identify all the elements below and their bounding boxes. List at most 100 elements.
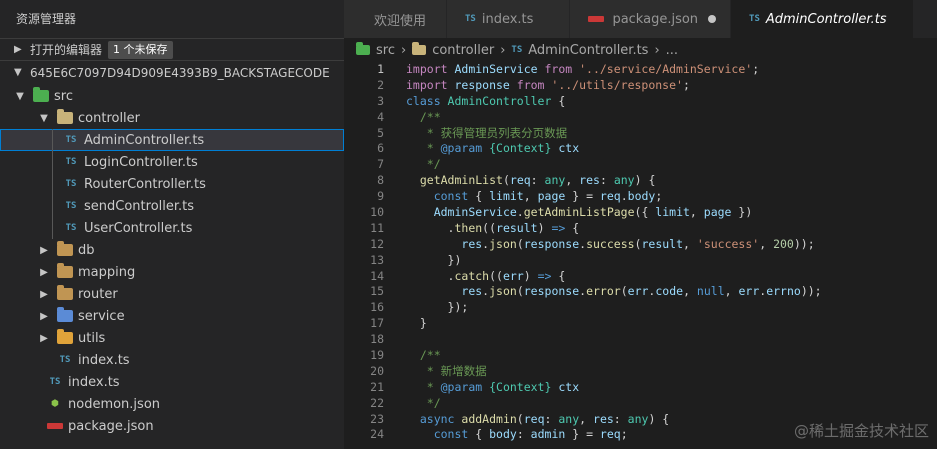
code-line[interactable]: })	[406, 253, 937, 269]
open-editors-section[interactable]: ▶ 打开的编辑器 1 个未保存	[0, 38, 344, 60]
code-line[interactable]: import response from '../utils/response'…	[406, 78, 937, 94]
tree-file-root-index[interactable]: TS index.ts	[0, 371, 344, 393]
breadcrumb-item[interactable]: ...	[666, 43, 678, 58]
code-line[interactable]: import AdminService from '../service/Adm…	[406, 62, 937, 78]
code-line[interactable]: * @param {Context} ctx	[406, 380, 937, 396]
code-line[interactable]	[406, 332, 937, 348]
typescript-file-icon: TS	[465, 14, 476, 24]
line-number: 8	[377, 173, 384, 188]
line-number: 13	[370, 252, 384, 267]
code-line[interactable]: .catch((err) => {	[406, 269, 937, 285]
code-line[interactable]: res.json(response.success(result, 'succe…	[406, 237, 937, 253]
code-line[interactable]: /**	[406, 348, 937, 364]
line-number: 7	[377, 157, 384, 172]
breadcrumb-item[interactable]: controller	[432, 43, 494, 58]
tab-welcome[interactable]: 欢迎使用	[344, 0, 448, 38]
chevron-right-icon: ›	[400, 42, 407, 58]
code-token: then	[454, 220, 483, 235]
editor-tabs: 欢迎使用 TS index.ts package.json TS AdminCo…	[344, 0, 937, 38]
chevron-right-icon: ▶	[40, 266, 48, 278]
code-token: :	[599, 173, 614, 188]
code-line[interactable]: */	[406, 396, 937, 412]
code-content[interactable]: import AdminService from '../service/Adm…	[406, 62, 937, 443]
line-number: 15	[370, 284, 384, 299]
code-token: admin	[530, 427, 573, 442]
code-token: result	[496, 220, 538, 235]
code-token: *	[406, 141, 441, 156]
npm-icon	[588, 16, 605, 22]
code-token: response	[454, 77, 517, 92]
code-line[interactable]: * 获得管理员列表分页数据	[406, 126, 937, 142]
breadcrumb-item[interactable]: AdminController.ts	[528, 43, 648, 58]
tree-file-sendcontroller[interactable]: TS sendController.ts	[0, 195, 344, 217]
line-number: 21	[370, 379, 384, 394]
tree-file-usercontroller[interactable]: TS UserController.ts	[0, 217, 344, 239]
tree-file-package[interactable]: package.json	[0, 415, 344, 437]
line-number: 19	[370, 348, 384, 363]
code-token: json	[489, 284, 517, 299]
code-token: req	[523, 411, 545, 426]
tree-file-src-index[interactable]: TS index.ts	[0, 349, 344, 371]
code-token: async	[419, 411, 462, 426]
code-line[interactable]: const { limit, page } = req.body;	[406, 189, 937, 205]
line-number: 22	[370, 395, 384, 410]
chevron-right-icon: ▶	[40, 310, 48, 322]
workspace-section[interactable]: ▼ 645E6C7097D94D909E4393B9_BACKSTAGECODE	[0, 60, 344, 84]
code-line[interactable]: }	[406, 316, 937, 332]
code-token: * 获得管理员列表分页数据	[406, 125, 568, 140]
tab-admincontroller[interactable]: TS AdminController.ts	[731, 0, 914, 38]
code-token: :	[530, 173, 545, 188]
tab-package-json[interactable]: package.json	[570, 0, 732, 38]
tree-file-logincontroller[interactable]: TS LoginController.ts	[0, 151, 344, 173]
tab-label: AdminController.ts	[765, 11, 887, 27]
code-line[interactable]: * @param {Context} ctx	[406, 141, 937, 157]
tree-label: LoginController.ts	[84, 154, 198, 170]
tree-folder-service[interactable]: ▶ service	[0, 305, 344, 327]
indent-guide	[52, 151, 53, 173]
tree-folder-src[interactable]: ▼ src	[0, 85, 344, 107]
tree-folder-utils[interactable]: ▶ utils	[0, 327, 344, 349]
code-line[interactable]: class AdminController {	[406, 94, 937, 110]
line-number: 1	[377, 62, 384, 76]
code-editor[interactable]: 1 2 3 4 5 6 7 8 9 10 11 12 13 14 15 16 17 18 19 20 21 22 23 24 …	[344, 62, 937, 449]
tree-folder-mapping[interactable]: ▶ mapping	[0, 261, 344, 283]
code-line[interactable]: .then((result) => {	[406, 221, 937, 237]
tree-label: sendController.ts	[84, 198, 195, 214]
code-line[interactable]: res.json(response.error(err.code, null, …	[406, 284, 937, 300]
breadcrumb-item[interactable]: src	[376, 43, 395, 58]
tree-label: service	[78, 308, 125, 324]
tree-label: package.json	[68, 418, 154, 434]
code-line[interactable]: getAdminList(req: any, res: any) {	[406, 173, 937, 189]
code-token: /**	[406, 109, 441, 124]
tab-index-ts[interactable]: TS index.ts	[447, 0, 571, 38]
code-line[interactable]: /**	[406, 110, 937, 126]
code-token: });	[406, 300, 469, 315]
tree-folder-controller[interactable]: ▼ controller	[0, 107, 344, 129]
code-line[interactable]: * 新增数据	[406, 364, 937, 380]
code-token: req	[599, 427, 621, 442]
code-token: res	[579, 173, 600, 188]
code-token: } =	[572, 189, 600, 204]
code-token: success	[586, 236, 635, 251]
code-token: :	[613, 411, 628, 426]
tree-folder-router[interactable]: ▶ router	[0, 283, 344, 305]
tree-label: AdminController.ts	[84, 132, 205, 148]
folder-controller-icon	[56, 109, 74, 126]
tree-file-admincontroller[interactable]: TS AdminController.ts	[0, 129, 344, 151]
indent-guide	[52, 129, 53, 151]
code-token: ((	[489, 268, 503, 283]
tree-file-nodemon[interactable]: ⬢ nodemon.json	[0, 393, 344, 415]
unsaved-dot-icon[interactable]	[708, 15, 717, 23]
tree-label: controller	[78, 110, 141, 126]
tree-folder-db[interactable]: ▶ db	[0, 239, 344, 261]
tree-label: index.ts	[68, 374, 120, 390]
code-line[interactable]: */	[406, 157, 937, 173]
tree-file-routercontroller[interactable]: TS RouterController.ts	[0, 173, 344, 195]
code-line[interactable]: AdminService.getAdminListPage({ limit, p…	[406, 205, 937, 221]
code-token: import	[406, 77, 455, 92]
line-number: 2	[377, 77, 384, 92]
code-line[interactable]: });	[406, 300, 937, 316]
